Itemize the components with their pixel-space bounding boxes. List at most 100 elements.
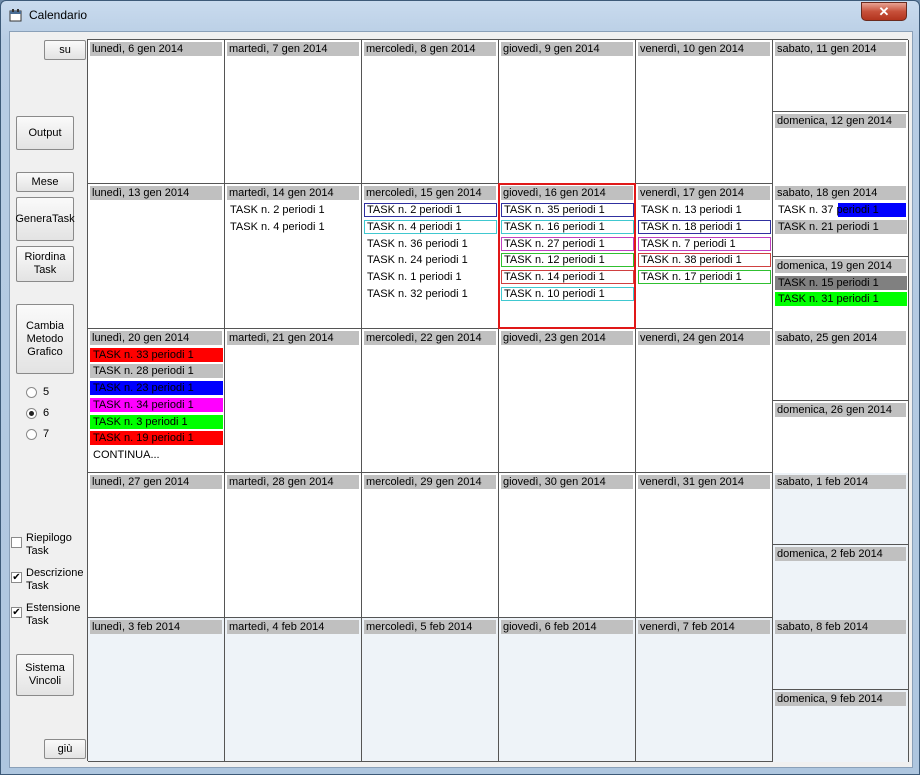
option-checkbox-0[interactable]: Riepilogo Task bbox=[11, 532, 78, 558]
day-cell[interactable]: martedì, 14 gen 2014 TASK n. 2 periodi 1 T… bbox=[225, 184, 362, 329]
task-item[interactable]: TASK n. 12 periodi 1 bbox=[501, 253, 634, 268]
day-header: martedì, 7 gen 2014 bbox=[227, 42, 359, 56]
sunday-cell[interactable]: domenica, 9 feb 2014 bbox=[773, 689, 908, 762]
day-cell[interactable]: venerdì, 10 gen 2014 bbox=[636, 40, 773, 185]
task-item[interactable]: TASK n. 1 periodi 1 bbox=[364, 270, 497, 284]
weeks-radio-6[interactable]: 6 bbox=[26, 406, 49, 420]
constraints-system-button[interactable]: Sistema Vincoli bbox=[16, 654, 74, 696]
scroll-down-button[interactable]: giù bbox=[44, 739, 86, 759]
task-item[interactable]: CONTINUA... bbox=[90, 448, 223, 462]
title-bar[interactable]: Calendario ✕ bbox=[1, 1, 919, 29]
task-item[interactable]: TASK n. 36 periodi 1 bbox=[364, 237, 497, 251]
task-item[interactable]: TASK n. 3 periodi 1 bbox=[90, 414, 223, 429]
day-cell[interactable]: giovedì, 6 feb 2014 bbox=[499, 617, 636, 762]
saturday-cell[interactable]: sabato, 25 gen 2014 bbox=[773, 328, 908, 401]
day-header: giovedì, 6 feb 2014 bbox=[501, 619, 633, 634]
day-cell[interactable]: lunedì, 20 gen 2014 TASK n. 33 periodi 1 T… bbox=[88, 328, 225, 474]
close-button[interactable]: ✕ bbox=[861, 2, 907, 21]
day-cell[interactable]: martedì, 28 gen 2014 bbox=[225, 473, 362, 618]
day-cell[interactable]: giovedì, 9 gen 2014 bbox=[499, 40, 636, 185]
day-header: giovedì, 9 gen 2014 bbox=[501, 42, 633, 56]
day-cell[interactable]: martedì, 21 gen 2014 bbox=[225, 328, 362, 474]
saturday-cell[interactable]: sabato, 1 feb 2014 bbox=[773, 473, 908, 546]
option-checkbox-2[interactable]: ✔ Estensione Task bbox=[11, 602, 81, 628]
day-cell[interactable]: venerdì, 24 gen 2014 bbox=[636, 328, 773, 474]
task-item[interactable]: TASK n. 34 periodi 1 bbox=[90, 397, 223, 412]
task-item[interactable]: TASK n. 21 periodi 1 bbox=[775, 220, 907, 235]
day-header: mercoledì, 8 gen 2014 bbox=[364, 42, 496, 56]
task-item[interactable]: TASK n. 18 periodi 1 bbox=[638, 220, 771, 235]
sunday-cell[interactable]: domenica, 19 gen 2014 TASK n. 15 periodi … bbox=[773, 256, 908, 329]
generate-task-button[interactable]: GeneraTask bbox=[15, 197, 75, 241]
task-item[interactable]: TASK n. 16 periodi 1 bbox=[501, 220, 634, 235]
task-item[interactable]: TASK n. 17 periodi 1 bbox=[638, 270, 771, 285]
day-cell[interactable]: venerdì, 31 gen 2014 bbox=[636, 473, 773, 618]
day-cell[interactable]: mercoledì, 5 feb 2014 bbox=[362, 617, 499, 762]
task-item[interactable]: TASK n. 38 periodi 1 bbox=[638, 253, 771, 268]
task-item[interactable]: TASK n. 23 periodi 1 bbox=[90, 381, 223, 396]
output-button[interactable]: Output bbox=[16, 116, 74, 150]
task-item[interactable]: TASK n. 2 periodi 1 bbox=[227, 203, 360, 217]
day-cell[interactable]: giovedì, 16 gen 2014 TASK n. 35 periodi 1… bbox=[498, 183, 636, 329]
task-item[interactable]: TASK n. 28 periodi 1 bbox=[90, 364, 223, 379]
app-icon bbox=[9, 9, 22, 22]
radio-indicator[interactable] bbox=[26, 386, 37, 398]
weeks-radio-5[interactable]: 5 bbox=[26, 385, 49, 399]
day-cell[interactable]: venerdì, 7 feb 2014 bbox=[636, 617, 773, 762]
day-cell[interactable]: lunedì, 6 gen 2014 bbox=[88, 40, 225, 185]
saturday-cell[interactable]: sabato, 8 feb 2014 bbox=[773, 617, 908, 690]
day-cell[interactable]: martedì, 7 gen 2014 bbox=[225, 40, 362, 185]
day-cell[interactable]: venerdì, 17 gen 2014 TASK n. 13 periodi 1… bbox=[636, 184, 773, 329]
checkbox-label: Estensione Task bbox=[26, 602, 81, 627]
task-item[interactable]: TASK n. 14 periodi 1 bbox=[501, 270, 634, 285]
sunday-cell[interactable]: domenica, 2 feb 2014 bbox=[773, 545, 908, 618]
day-header: martedì, 4 feb 2014 bbox=[227, 619, 359, 634]
radio-indicator[interactable] bbox=[26, 428, 37, 440]
day-header: domenica, 26 gen 2014 bbox=[775, 402, 906, 417]
day-header: lunedì, 13 gen 2014 bbox=[90, 186, 222, 201]
day-cell[interactable]: mercoledì, 8 gen 2014 bbox=[362, 40, 499, 185]
task-item[interactable]: TASK n. 2 periodi 1 bbox=[364, 203, 497, 218]
sunday-cell[interactable]: domenica, 26 gen 2014 bbox=[773, 400, 908, 474]
task-item[interactable]: TASK n. 24 periodi 1 bbox=[364, 253, 497, 267]
day-cell[interactable]: giovedì, 23 gen 2014 bbox=[499, 328, 636, 474]
task-item[interactable]: TASK n. 7 periodi 1 bbox=[638, 236, 771, 251]
task-item[interactable]: TASK n. 35 periodi 1 bbox=[501, 203, 634, 218]
saturday-cell[interactable]: sabato, 18 gen 2014 TASK n. 37 periodi 1 T… bbox=[773, 184, 908, 257]
month-button[interactable]: Mese bbox=[16, 172, 74, 192]
task-item[interactable]: TASK n. 31 periodi 1 bbox=[775, 292, 907, 307]
day-header: lunedì, 20 gen 2014 bbox=[90, 330, 222, 345]
scroll-up-button[interactable]: su bbox=[44, 40, 86, 60]
close-icon: ✕ bbox=[878, 4, 890, 19]
task-item[interactable]: TASK n. 13 periodi 1 bbox=[638, 203, 771, 217]
weeks-radio-7[interactable]: 7 bbox=[26, 427, 49, 441]
radio-indicator[interactable] bbox=[26, 407, 37, 419]
task-item[interactable]: TASK n. 19 periodi 1 bbox=[90, 431, 223, 446]
day-cell[interactable]: martedì, 4 feb 2014 bbox=[225, 617, 362, 762]
task-item[interactable]: TASK n. 27 periodi 1 bbox=[501, 236, 634, 251]
window-title: Calendario bbox=[29, 8, 88, 22]
day-cell[interactable]: mercoledì, 29 gen 2014 bbox=[362, 473, 499, 618]
option-checkbox-1[interactable]: ✔ Descrizione Task bbox=[11, 567, 83, 593]
checkbox[interactable]: ✔ bbox=[11, 607, 22, 618]
day-cell[interactable]: mercoledì, 15 gen 2014 TASK n. 2 periodi … bbox=[362, 184, 499, 329]
task-item[interactable]: TASK n. 4 periodi 1 bbox=[364, 220, 497, 235]
day-cell[interactable]: giovedì, 30 gen 2014 bbox=[499, 473, 636, 618]
checkbox[interactable]: ✔ bbox=[11, 572, 22, 583]
day-cell[interactable]: lunedì, 3 feb 2014 bbox=[88, 617, 225, 762]
task-item[interactable]: TASK n. 4 periodi 1 bbox=[227, 220, 360, 234]
task-item[interactable]: TASK n. 15 periodi 1 bbox=[775, 275, 907, 290]
change-graphic-method-button[interactable]: Cambia Metodo Grafico bbox=[16, 304, 74, 374]
day-cell[interactable]: lunedì, 27 gen 2014 bbox=[88, 473, 225, 618]
saturday-cell[interactable]: sabato, 11 gen 2014 bbox=[773, 40, 908, 113]
task-item[interactable]: TASK n. 10 periodi 1 bbox=[501, 286, 634, 301]
day-header: giovedì, 30 gen 2014 bbox=[501, 475, 633, 490]
day-cell[interactable]: lunedì, 13 gen 2014 bbox=[88, 184, 225, 329]
task-item[interactable]: TASK n. 37 periodi 1 bbox=[775, 203, 907, 217]
checkbox[interactable] bbox=[11, 537, 22, 548]
task-item[interactable]: TASK n. 32 periodi 1 bbox=[364, 287, 497, 301]
task-item[interactable]: TASK n. 33 periodi 1 bbox=[90, 347, 223, 362]
reorder-task-button[interactable]: Riordina Task bbox=[16, 246, 74, 282]
day-cell[interactable]: mercoledì, 22 gen 2014 bbox=[362, 328, 499, 474]
sunday-cell[interactable]: domenica, 12 gen 2014 bbox=[773, 112, 908, 185]
